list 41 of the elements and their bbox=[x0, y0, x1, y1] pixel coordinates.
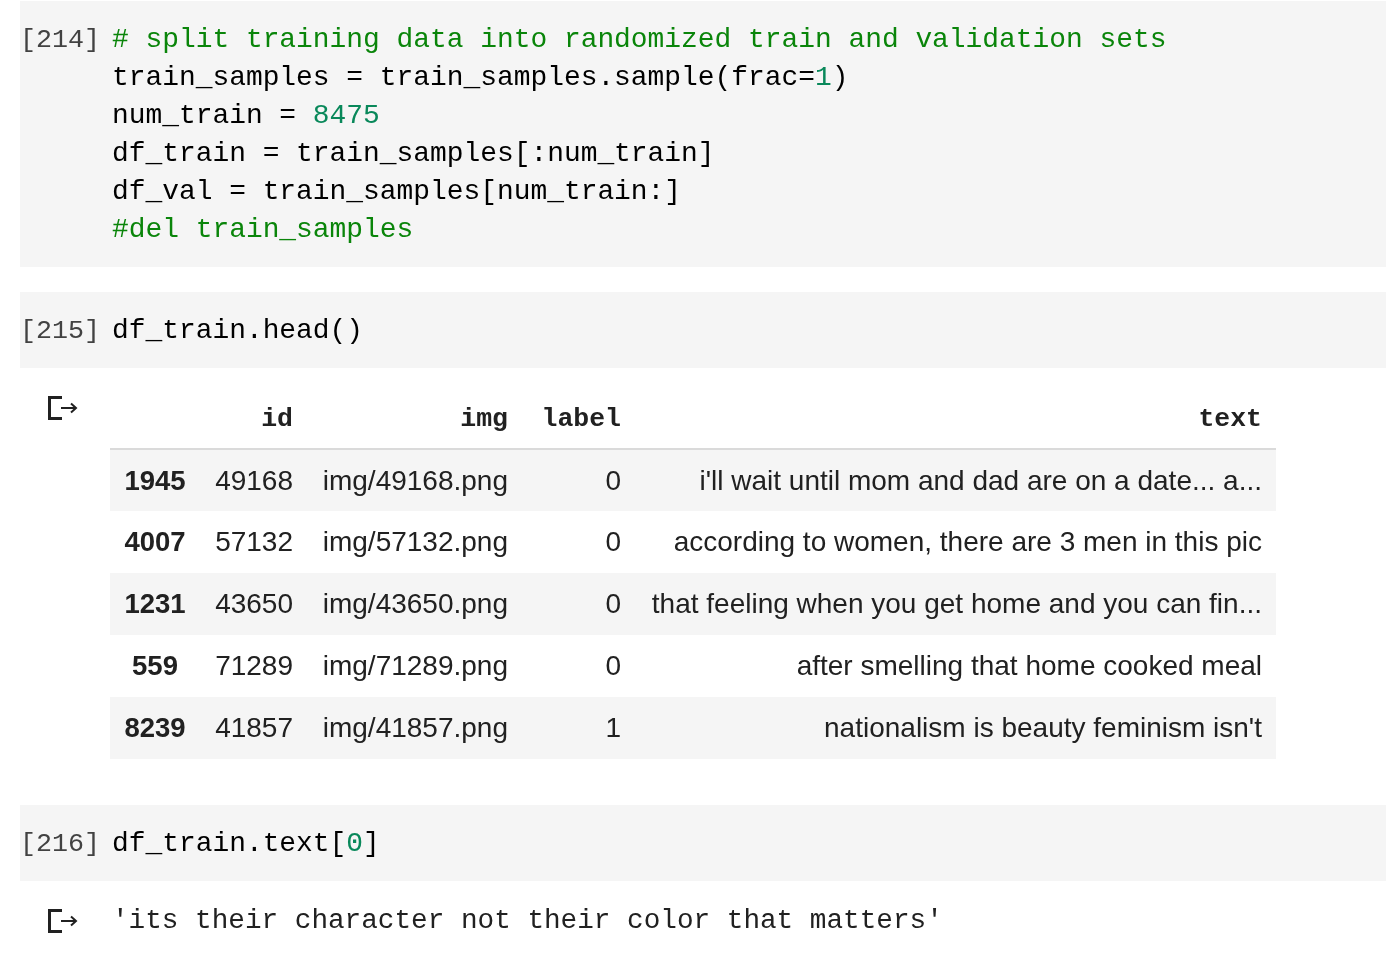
table-cell: 0 bbox=[522, 573, 635, 635]
code-line: df_train = train_samples[:num_train] bbox=[112, 137, 716, 171]
execution-count: [214] bbox=[20, 24, 102, 57]
code-line: df_train.text[0] bbox=[112, 827, 380, 861]
row-index: 559 bbox=[110, 635, 200, 697]
code-line: train_samples = train_samples.sample(frac=1) bbox=[112, 61, 850, 95]
code-line: df_val = train_samples[num_train:] bbox=[112, 175, 683, 209]
table-cell: 57132 bbox=[200, 511, 307, 573]
table-cell: img/41857.png bbox=[307, 697, 522, 759]
output-text: 'its their character not their color that matters' bbox=[111, 904, 943, 938]
execution-count: [216] bbox=[20, 828, 102, 861]
table-cell: img/57132.png bbox=[307, 511, 522, 573]
row-index: 1945 bbox=[110, 449, 200, 511]
table-cell: 0 bbox=[522, 635, 635, 697]
table-cell: 0 bbox=[522, 449, 635, 511]
table-cell: img/71289.png bbox=[307, 635, 522, 697]
execution-count: [215] bbox=[20, 315, 102, 348]
table-cell: according to women, there are 3 men in this pic bbox=[635, 511, 1276, 573]
table-cell: img/49168.png bbox=[307, 449, 522, 511]
table-cell: 0 bbox=[522, 511, 635, 573]
code-line: # split training data into randomized train and validation sets bbox=[112, 23, 1167, 57]
table-cell: 49168 bbox=[200, 449, 307, 511]
table-cell: 43650 bbox=[200, 573, 307, 635]
code-line: df_train.head() bbox=[112, 314, 364, 348]
row-index: 8239 bbox=[110, 697, 200, 759]
code-line: #del train_samples bbox=[112, 213, 415, 247]
code-cell[interactable]: [215] df_train.head() bbox=[20, 292, 1386, 368]
code-cell[interactable]: [216] df_train.text[0] bbox=[20, 805, 1386, 881]
row-index: 4007 bbox=[110, 511, 200, 573]
table-cell: img/43650.png bbox=[307, 573, 522, 635]
table-cell: after smelling that home cooked meal bbox=[635, 635, 1276, 697]
row-index: 1231 bbox=[110, 573, 200, 635]
table-cell: 41857 bbox=[200, 697, 307, 759]
output-arrow-icon bbox=[48, 909, 78, 933]
table-cell: i'll wait until mom and dad are on a date... a... bbox=[635, 449, 1276, 511]
table-cell: 1 bbox=[522, 697, 635, 759]
code-line: num_train = 8475 bbox=[112, 99, 381, 133]
table-cell: nationalism is beauty feminism isn't bbox=[635, 697, 1276, 759]
table-cell: 71289 bbox=[200, 635, 307, 697]
table-cell: that feeling when you get home and you can fin... bbox=[635, 573, 1276, 635]
output-arrow-icon bbox=[48, 396, 78, 420]
